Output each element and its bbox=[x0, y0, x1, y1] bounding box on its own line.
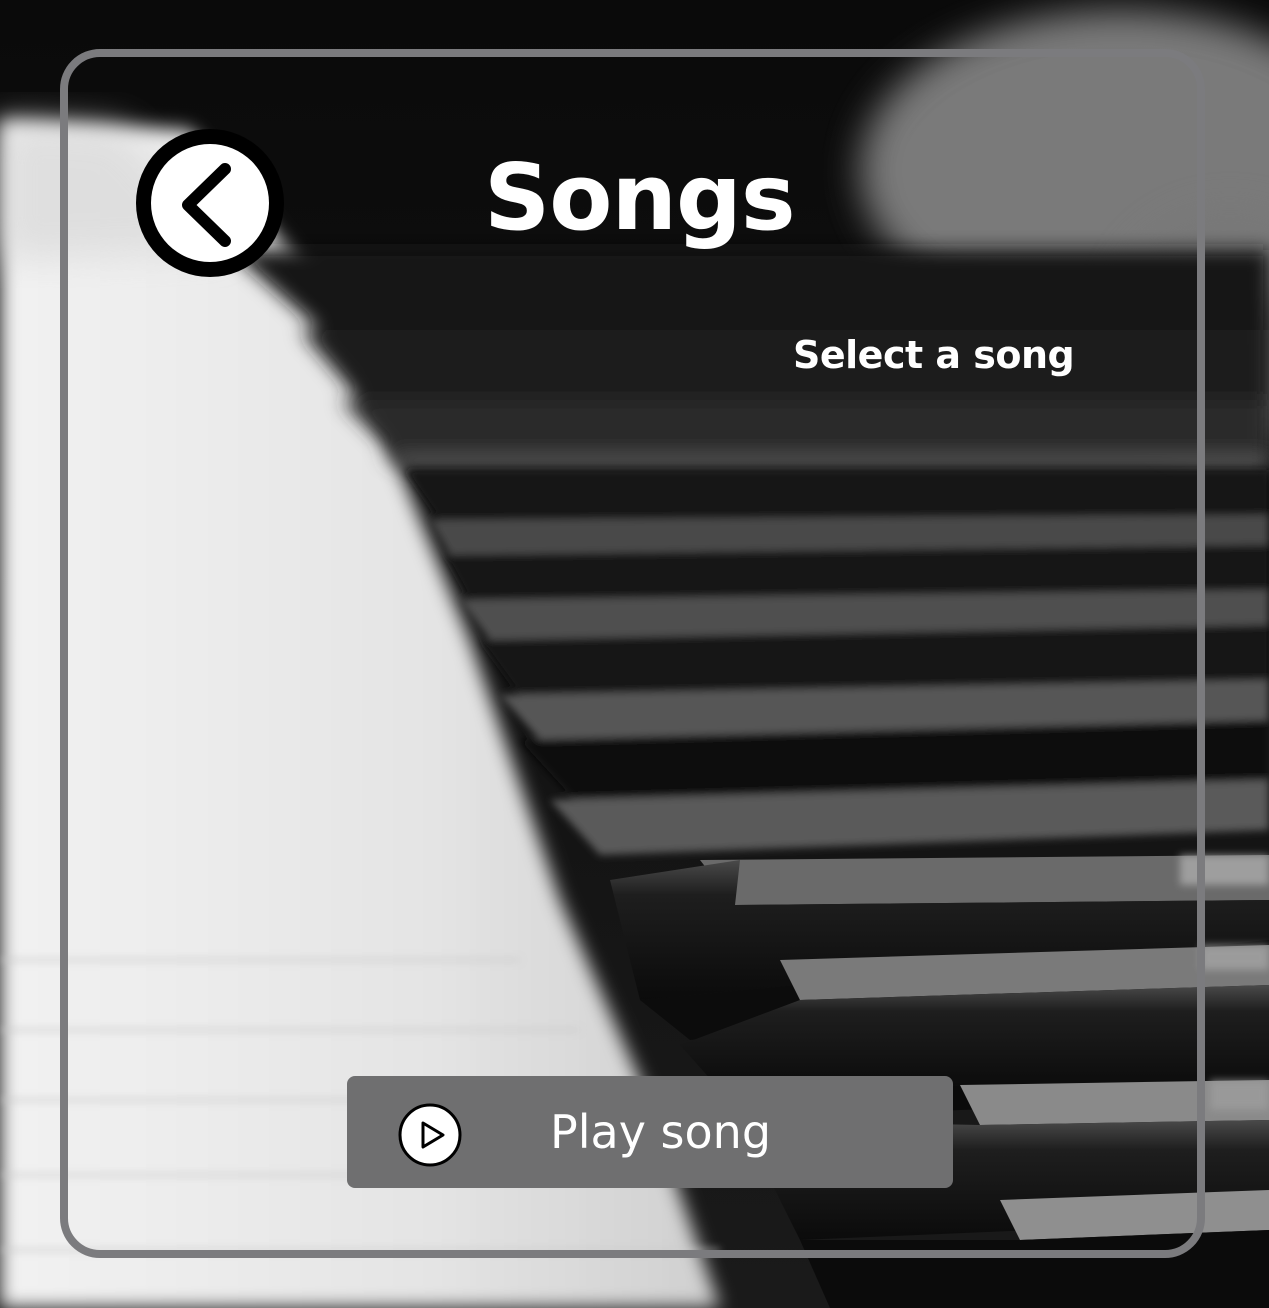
songs-screen: Songs Select a song Play song bbox=[0, 0, 1269, 1308]
play-song-button[interactable]: Play song bbox=[347, 1076, 953, 1188]
select-song-prompt: Select a song bbox=[793, 333, 1075, 377]
back-button[interactable] bbox=[136, 129, 284, 277]
chevron-left-icon bbox=[182, 163, 231, 247]
play-icon bbox=[398, 1103, 462, 1167]
play-song-label: Play song bbox=[550, 1105, 772, 1159]
page-title: Songs bbox=[484, 144, 796, 251]
